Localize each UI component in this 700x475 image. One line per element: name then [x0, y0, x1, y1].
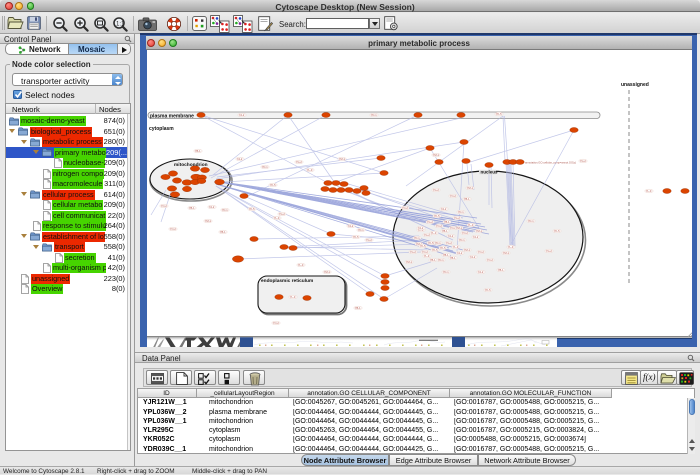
svg-text:YO-2: YO-2	[422, 250, 429, 254]
svg-text:YO-2: YO-2	[161, 204, 168, 208]
svg-text:YG-2: YG-2	[427, 220, 434, 224]
svg-text:YA-2: YA-2	[418, 226, 424, 230]
svg-text:YM-1: YM-1	[456, 226, 463, 230]
svg-text:YO-2: YO-2	[478, 250, 485, 254]
svg-text:YG-2: YG-2	[279, 212, 286, 216]
svg-text:YO-2: YO-2	[273, 321, 280, 325]
svg-text:YA-2: YA-2	[237, 157, 243, 161]
svg-text:YO-2: YO-2	[402, 206, 409, 210]
svg-text:YL-0: YL-0	[468, 223, 474, 227]
svg-text:YL-0: YL-0	[274, 216, 280, 220]
svg-text:YO-2: YO-2	[462, 231, 469, 235]
svg-text:YB-1: YB-1	[443, 253, 449, 257]
svg-text:YB-1: YB-1	[195, 149, 201, 153]
svg-text:endoplasmic reticulum: endoplasmic reticulum	[261, 278, 313, 284]
svg-text:YM-1: YM-1	[464, 248, 471, 252]
svg-text:YD-1: YD-1	[358, 228, 364, 232]
svg-text:YG-2: YG-2	[454, 216, 461, 220]
svg-text:YL-0: YL-0	[453, 245, 459, 249]
svg-text:YD-1: YD-1	[262, 165, 268, 169]
svg-text:YL-0: YL-0	[298, 263, 304, 267]
svg-text:YM-1: YM-1	[339, 157, 346, 161]
svg-text:YK-5: YK-5	[554, 229, 560, 233]
svg-text:YG-2: YG-2	[546, 249, 553, 253]
svg-text:cytoplasm: cytoplasm	[149, 126, 174, 132]
svg-text:YA-2: YA-2	[448, 234, 454, 238]
svg-text:1:1: 1:1	[116, 22, 125, 28]
svg-text:YD-1: YD-1	[371, 113, 377, 117]
svg-text:YM-1: YM-1	[324, 270, 331, 274]
svg-text:YK-5: YK-5	[434, 214, 440, 218]
svg-text:YM-1: YM-1	[406, 260, 413, 264]
svg-text:YK-5: YK-5	[496, 112, 502, 116]
svg-text:YG-2: YG-2	[410, 250, 417, 254]
svg-text:YG-2: YG-2	[424, 233, 431, 237]
svg-text:YA-2: YA-2	[441, 207, 447, 211]
svg-text:mitochondrion: mitochondrion	[174, 162, 208, 168]
svg-text:YK-5: YK-5	[485, 288, 491, 292]
svg-text:YA-2: YA-2	[348, 224, 354, 228]
svg-text:YK-5: YK-5	[353, 235, 359, 239]
svg-text:YK-5: YK-5	[249, 207, 255, 211]
svg-text:YL-0: YL-0	[424, 254, 430, 258]
svg-text:YA-2: YA-2	[470, 255, 476, 259]
svg-text:YK-5: YK-5	[432, 248, 438, 252]
svg-text:YM-1: YM-1	[476, 229, 483, 233]
svg-text:YL-0: YL-0	[307, 168, 313, 172]
svg-text:YO-2: YO-2	[436, 224, 443, 228]
svg-text:YD-1: YD-1	[435, 241, 441, 245]
svg-text:YA-2: YA-2	[473, 235, 479, 239]
svg-text:YD-1: YD-1	[438, 258, 444, 262]
svg-text:YD-1: YD-1	[459, 238, 465, 242]
svg-text:YK-5: YK-5	[270, 183, 276, 187]
svg-text:annotation.GO.cellular_comp=an: annotation.GO.cellular_comp=annot.GO(c)	[525, 161, 576, 165]
svg-text:YK-5: YK-5	[428, 241, 434, 245]
svg-text:YB-1: YB-1	[220, 230, 226, 234]
svg-text:YK-5: YK-5	[420, 244, 426, 248]
svg-text:YM-1: YM-1	[205, 219, 212, 223]
svg-text:YB-1: YB-1	[444, 220, 450, 224]
svg-text:YB-1: YB-1	[430, 258, 436, 262]
svg-text:YO-2: YO-2	[170, 227, 177, 231]
svg-text:YO-2: YO-2	[450, 194, 457, 198]
svg-text:plasma membrane: plasma membrane	[150, 113, 194, 119]
svg-text:YB-1: YB-1	[464, 197, 470, 201]
svg-text:YA-2: YA-2	[478, 270, 484, 274]
svg-text:YG-2: YG-2	[446, 241, 453, 245]
svg-text:YB-1: YB-1	[442, 229, 448, 233]
svg-text:YD-1: YD-1	[222, 208, 228, 212]
svg-text:YD-1: YD-1	[414, 236, 420, 240]
svg-text:YM-1: YM-1	[433, 153, 440, 157]
svg-text:YA-2: YA-2	[209, 205, 215, 209]
svg-text:YA-2: YA-2	[457, 251, 463, 255]
svg-text:YB-1: YB-1	[498, 268, 504, 272]
svg-text:nucleus: nucleus	[481, 170, 499, 175]
svg-text:YB-1: YB-1	[189, 206, 195, 210]
svg-text:YL-0: YL-0	[508, 245, 514, 249]
svg-text:YG-2: YG-2	[580, 159, 587, 163]
svg-text:YL-0: YL-0	[431, 231, 437, 235]
svg-text:YD-1: YD-1	[458, 210, 464, 214]
svg-text:YM-1: YM-1	[467, 186, 474, 190]
svg-text:YL-0: YL-0	[290, 295, 296, 299]
svg-text:YG-2: YG-2	[296, 160, 303, 164]
svg-text:YA-2: YA-2	[239, 113, 245, 117]
svg-text:YK-5: YK-5	[440, 246, 446, 250]
svg-text:YO-2: YO-2	[487, 258, 494, 262]
svg-text:YD-1: YD-1	[443, 270, 449, 274]
svg-text:YM-1: YM-1	[503, 251, 510, 255]
svg-text:YG-2: YG-2	[433, 188, 440, 192]
svg-text:YL-0: YL-0	[646, 189, 652, 193]
svg-text:YB-1: YB-1	[450, 256, 456, 260]
svg-text:unassigned: unassigned	[621, 82, 649, 88]
svg-text:YD-1: YD-1	[528, 219, 534, 223]
svg-text:YG-2: YG-2	[366, 238, 373, 242]
svg-text:YB-1: YB-1	[355, 306, 361, 310]
